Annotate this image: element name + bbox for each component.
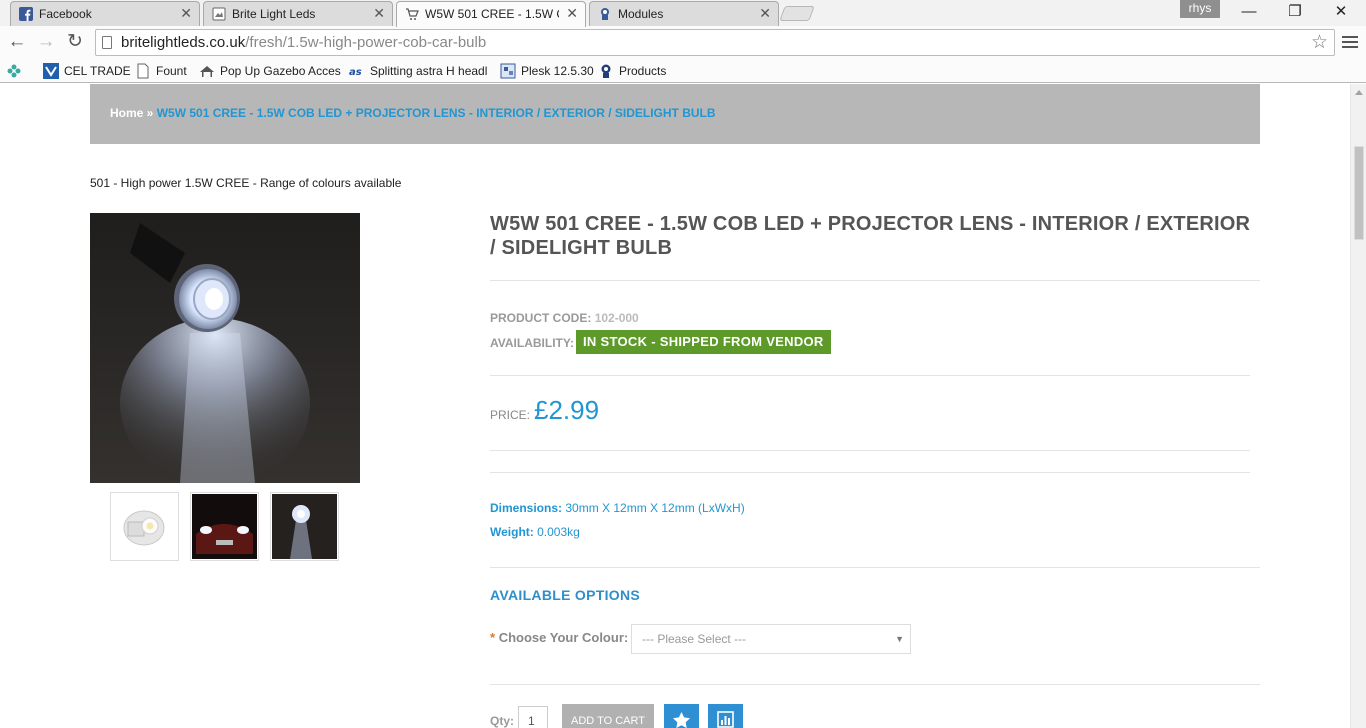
page-icon [137,63,149,79]
bookmark-star-icon[interactable]: ☆ [1311,31,1328,54]
product-weight: Weight: 0.003kg [490,525,580,539]
tab-product[interactable]: W5W 501 CREE - 1.5W CO ✕ [396,1,586,27]
close-window-button[interactable]: ✕ [1318,3,1364,23]
wishlist-button[interactable] [664,704,699,728]
as-icon: as [349,67,362,78]
close-tab-icon[interactable]: ✕ [759,5,771,22]
reload-icon[interactable]: ↻ [63,31,87,55]
tab-facebook[interactable]: Facebook ✕ [10,1,200,26]
compare-button[interactable] [708,704,743,728]
page-scrollbar[interactable] [1350,84,1366,728]
page-viewport: Home » W5W 501 CREE - 1.5W COB LED + PRO… [0,84,1366,728]
colour-label: * Choose Your Colour: [490,630,629,645]
bookmarks-bar: CEL TRADE Fount Pop Up Gazebo Acces as S… [0,59,1366,83]
tab-title: W5W 501 CREE - 1.5W CO [425,7,559,21]
menu-icon[interactable] [1342,34,1358,50]
dimensions-value: 30mm X 12mm X 12mm (LxWxH) [565,501,745,515]
product-subtitle: 501 - High power 1.5W CREE - Range of co… [90,176,402,190]
divider [490,472,1250,473]
options-heading: AVAILABLE OPTIONS [490,587,641,603]
address-bar[interactable]: britelightleds.co.uk/fresh/1.5w-high-pow… [95,29,1335,56]
divider [490,375,1250,376]
product-code-value: 102-000 [594,311,639,325]
add-to-cart-button[interactable]: ADD TO CART [562,704,654,728]
breadcrumb-bar: Home » W5W 501 CREE - 1.5W COB LED + PRO… [90,84,1260,144]
divider [490,280,1260,281]
colour-select-value: --- Please Select --- [642,632,747,646]
product-thumbnail[interactable] [270,492,339,561]
qty-input[interactable]: 1 [518,706,548,728]
product-code: PRODUCT CODE: 102-000 [490,311,639,325]
tab-strip: Facebook ✕ Brite Light Leds ✕ W5W 501 CR… [0,0,1366,27]
divider [490,684,1260,685]
scrollbar-thumb[interactable] [1354,146,1364,240]
bar-chart-icon [717,711,734,728]
availability-label: AVAILABILITY: [490,336,574,350]
product-thumbnail[interactable] [190,492,259,561]
tab-title: Brite Light Leds [232,7,316,21]
close-tab-icon[interactable]: ✕ [566,5,578,22]
back-arrow-icon[interactable]: ← [5,31,29,55]
svg-text:as: as [349,67,362,78]
weight-value: 0.003kg [537,525,580,539]
colour-select[interactable]: --- Please Select --- ▼ [631,624,911,654]
star-icon [673,712,690,728]
gazebo-icon [200,66,214,77]
profile-button[interactable]: rhys [1180,0,1220,18]
price-label: PRICE: [490,408,531,422]
forward-arrow-icon[interactable]: → [34,31,58,55]
breadcrumb-current-link[interactable]: W5W 501 CREE - 1.5W COB LED + PROJECTOR … [157,106,716,120]
required-mark: * [490,630,496,645]
facebook-icon [19,7,33,21]
product-price: £2.99 [534,395,600,425]
stock-status-badge: IN STOCK - SHIPPED FROM VENDOR [576,330,831,354]
new-tab-button[interactable] [779,6,815,21]
breadcrumb-separator: » [143,106,157,120]
breadcrumb: Home » W5W 501 CREE - 1.5W COB LED + PRO… [110,106,716,120]
product-dimensions: Dimensions: 30mm X 12mm X 12mm (LxWxH) [490,501,745,515]
address-url: britelightleds.co.uk/fresh/1.5w-high-pow… [121,34,487,51]
scroll-up-icon[interactable] [1355,90,1363,95]
qty-label: Qty: [490,714,514,728]
tab-brite-light-leds[interactable]: Brite Light Leds ✕ [203,1,393,26]
breadcrumb-home-link[interactable]: Home [110,106,143,120]
page-icon [212,7,226,21]
apps-icon[interactable] [6,62,24,80]
tab-title: Modules [618,7,664,21]
cart-icon [406,8,419,20]
close-tab-icon[interactable]: ✕ [373,5,385,22]
plesk-icon [601,8,609,20]
cel-icon [43,63,59,79]
close-tab-icon[interactable]: ✕ [180,5,192,22]
tab-modules[interactable]: Modules ✕ [589,1,779,26]
plesk-icon [601,64,611,78]
product-title: W5W 501 CREE - 1.5W COB LED + PROJECTOR … [490,213,1251,259]
plesk-icon [500,63,516,79]
minimize-button[interactable]: — [1226,3,1272,23]
product-main-image[interactable] [90,213,360,483]
product-thumbnail[interactable] [110,492,179,561]
tab-title: Facebook [39,7,92,21]
divider [490,450,1250,451]
restore-button[interactable]: ❐ [1272,3,1318,23]
divider [490,567,1260,568]
page-icon [102,36,112,49]
chevron-down-icon: ▼ [895,634,904,644]
